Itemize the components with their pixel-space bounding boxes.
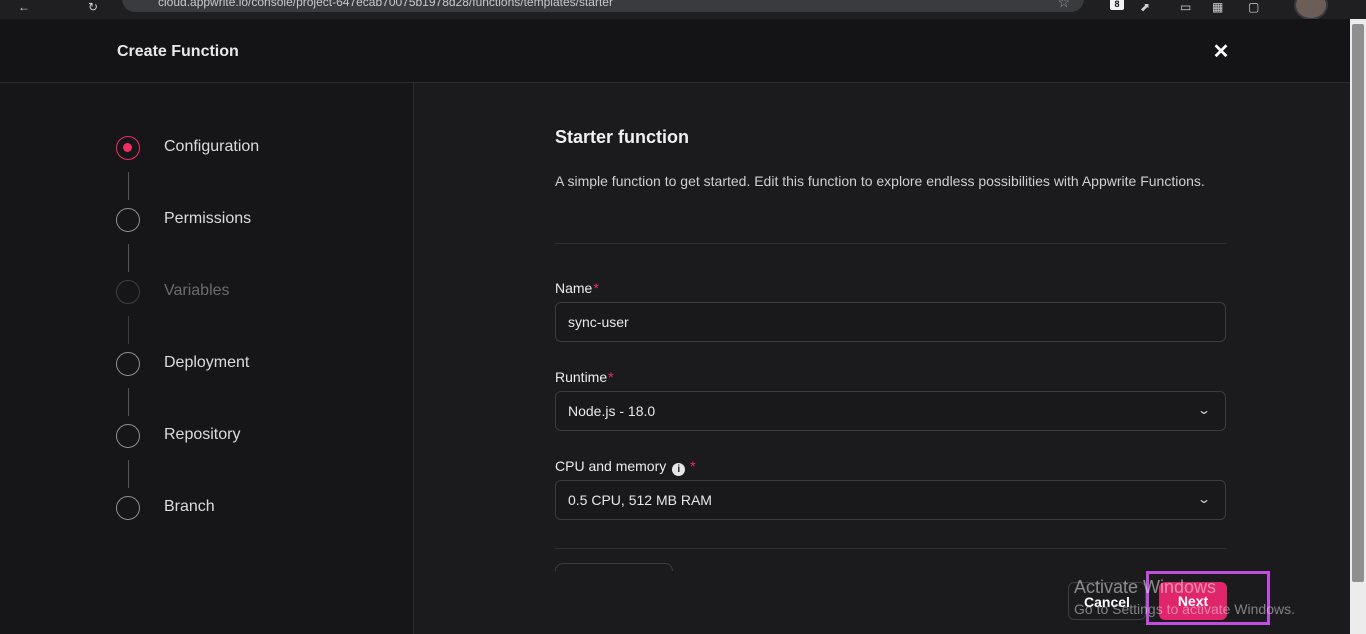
- info-icon[interactable]: i: [672, 463, 686, 476]
- back-icon[interactable]: ←: [18, 0, 30, 14]
- step-indicator-active-icon: [116, 136, 140, 160]
- step-connector: [128, 316, 129, 344]
- name-input[interactable]: sync-user: [555, 302, 1226, 342]
- step-label: Variables: [164, 282, 230, 299]
- scrollbar-thumb[interactable]: [1352, 24, 1364, 582]
- name-input-value: sync-user: [568, 314, 629, 330]
- windows-activation-subtitle: Go to Settings to activate Windows.: [1074, 601, 1295, 617]
- profile-avatar[interactable]: [1294, 0, 1328, 20]
- address-bar-url: cloud.appwrite.io/console/project-647eca…: [158, 0, 613, 9]
- required-mark: *: [690, 458, 696, 474]
- step-indicator-icon: [116, 352, 140, 376]
- extension-icon-3[interactable]: ▦: [1212, 0, 1223, 14]
- required-mark: *: [593, 280, 599, 296]
- cpu-select-value: 0.5 CPU, 512 MB RAM: [568, 492, 712, 508]
- cpu-field-label: CPU and memory i *: [555, 458, 696, 476]
- partial-hidden-button[interactable]: [555, 563, 673, 571]
- close-icon[interactable]: ✕: [1210, 41, 1232, 63]
- step-indicator-icon: [116, 208, 140, 232]
- step-label: Branch: [164, 498, 215, 515]
- required-mark: *: [608, 369, 614, 385]
- step-indicator-icon: [116, 496, 140, 520]
- runtime-label-text: Runtime: [555, 369, 608, 385]
- step-connector: [128, 460, 129, 488]
- step-label: Deployment: [164, 354, 250, 371]
- step-label: Permissions: [164, 210, 252, 227]
- step-indicator-icon: [116, 424, 140, 448]
- step-connector: [128, 388, 129, 416]
- extension-icon[interactable]: ⬈: [1140, 0, 1150, 14]
- cpu-label-text: CPU and memory: [555, 458, 667, 474]
- step-connector: [128, 244, 129, 272]
- footer-divider: [555, 548, 1227, 549]
- chevron-down-icon: ⌄: [1196, 403, 1212, 417]
- chevron-down-icon: ⌄: [1196, 492, 1212, 506]
- cpu-memory-select[interactable]: 0.5 CPU, 512 MB RAM ⌄: [555, 480, 1226, 520]
- windows-activation-title: Activate Windows: [1074, 577, 1217, 597]
- runtime-field-label: Runtime*: [555, 369, 614, 385]
- bookmark-star-icon[interactable]: ☆: [1057, 0, 1070, 12]
- template-description: A simple function to get started. Edit t…: [555, 173, 1205, 189]
- browser-toolbar: cloud.appwrite.io/console/project-647eca…: [0, 0, 1366, 20]
- steps-sidebar: Configuration Permissions Variables Depl…: [0, 83, 414, 634]
- address-bar[interactable]: cloud.appwrite.io/console/project-647eca…: [122, 0, 1084, 12]
- step-indicator-icon: [116, 280, 140, 304]
- template-title: Starter function: [555, 127, 690, 147]
- create-function-modal: Create Function ✕ Configuration Permissi…: [0, 19, 1350, 634]
- step-connector: [128, 172, 129, 200]
- name-label-text: Name: [555, 280, 593, 296]
- name-field-label: Name*: [555, 280, 599, 296]
- reload-icon[interactable]: ↻: [88, 0, 98, 14]
- runtime-select[interactable]: Node.js - 18.0 ⌄: [555, 391, 1226, 431]
- extension-icon-2[interactable]: ▭: [1180, 0, 1191, 14]
- step-label: Configuration: [164, 138, 260, 155]
- extension-badge[interactable]: 8: [1110, 0, 1124, 10]
- step-label: Repository: [164, 426, 241, 443]
- side-panel-icon[interactable]: ▢: [1248, 0, 1259, 14]
- modal-title: Create Function: [117, 43, 239, 60]
- section-divider: [555, 243, 1227, 244]
- configuration-form: Starter function A simple function to ge…: [414, 83, 1350, 634]
- modal-header: Create Function ✕: [0, 19, 1350, 83]
- runtime-select-value: Node.js - 18.0: [568, 403, 656, 419]
